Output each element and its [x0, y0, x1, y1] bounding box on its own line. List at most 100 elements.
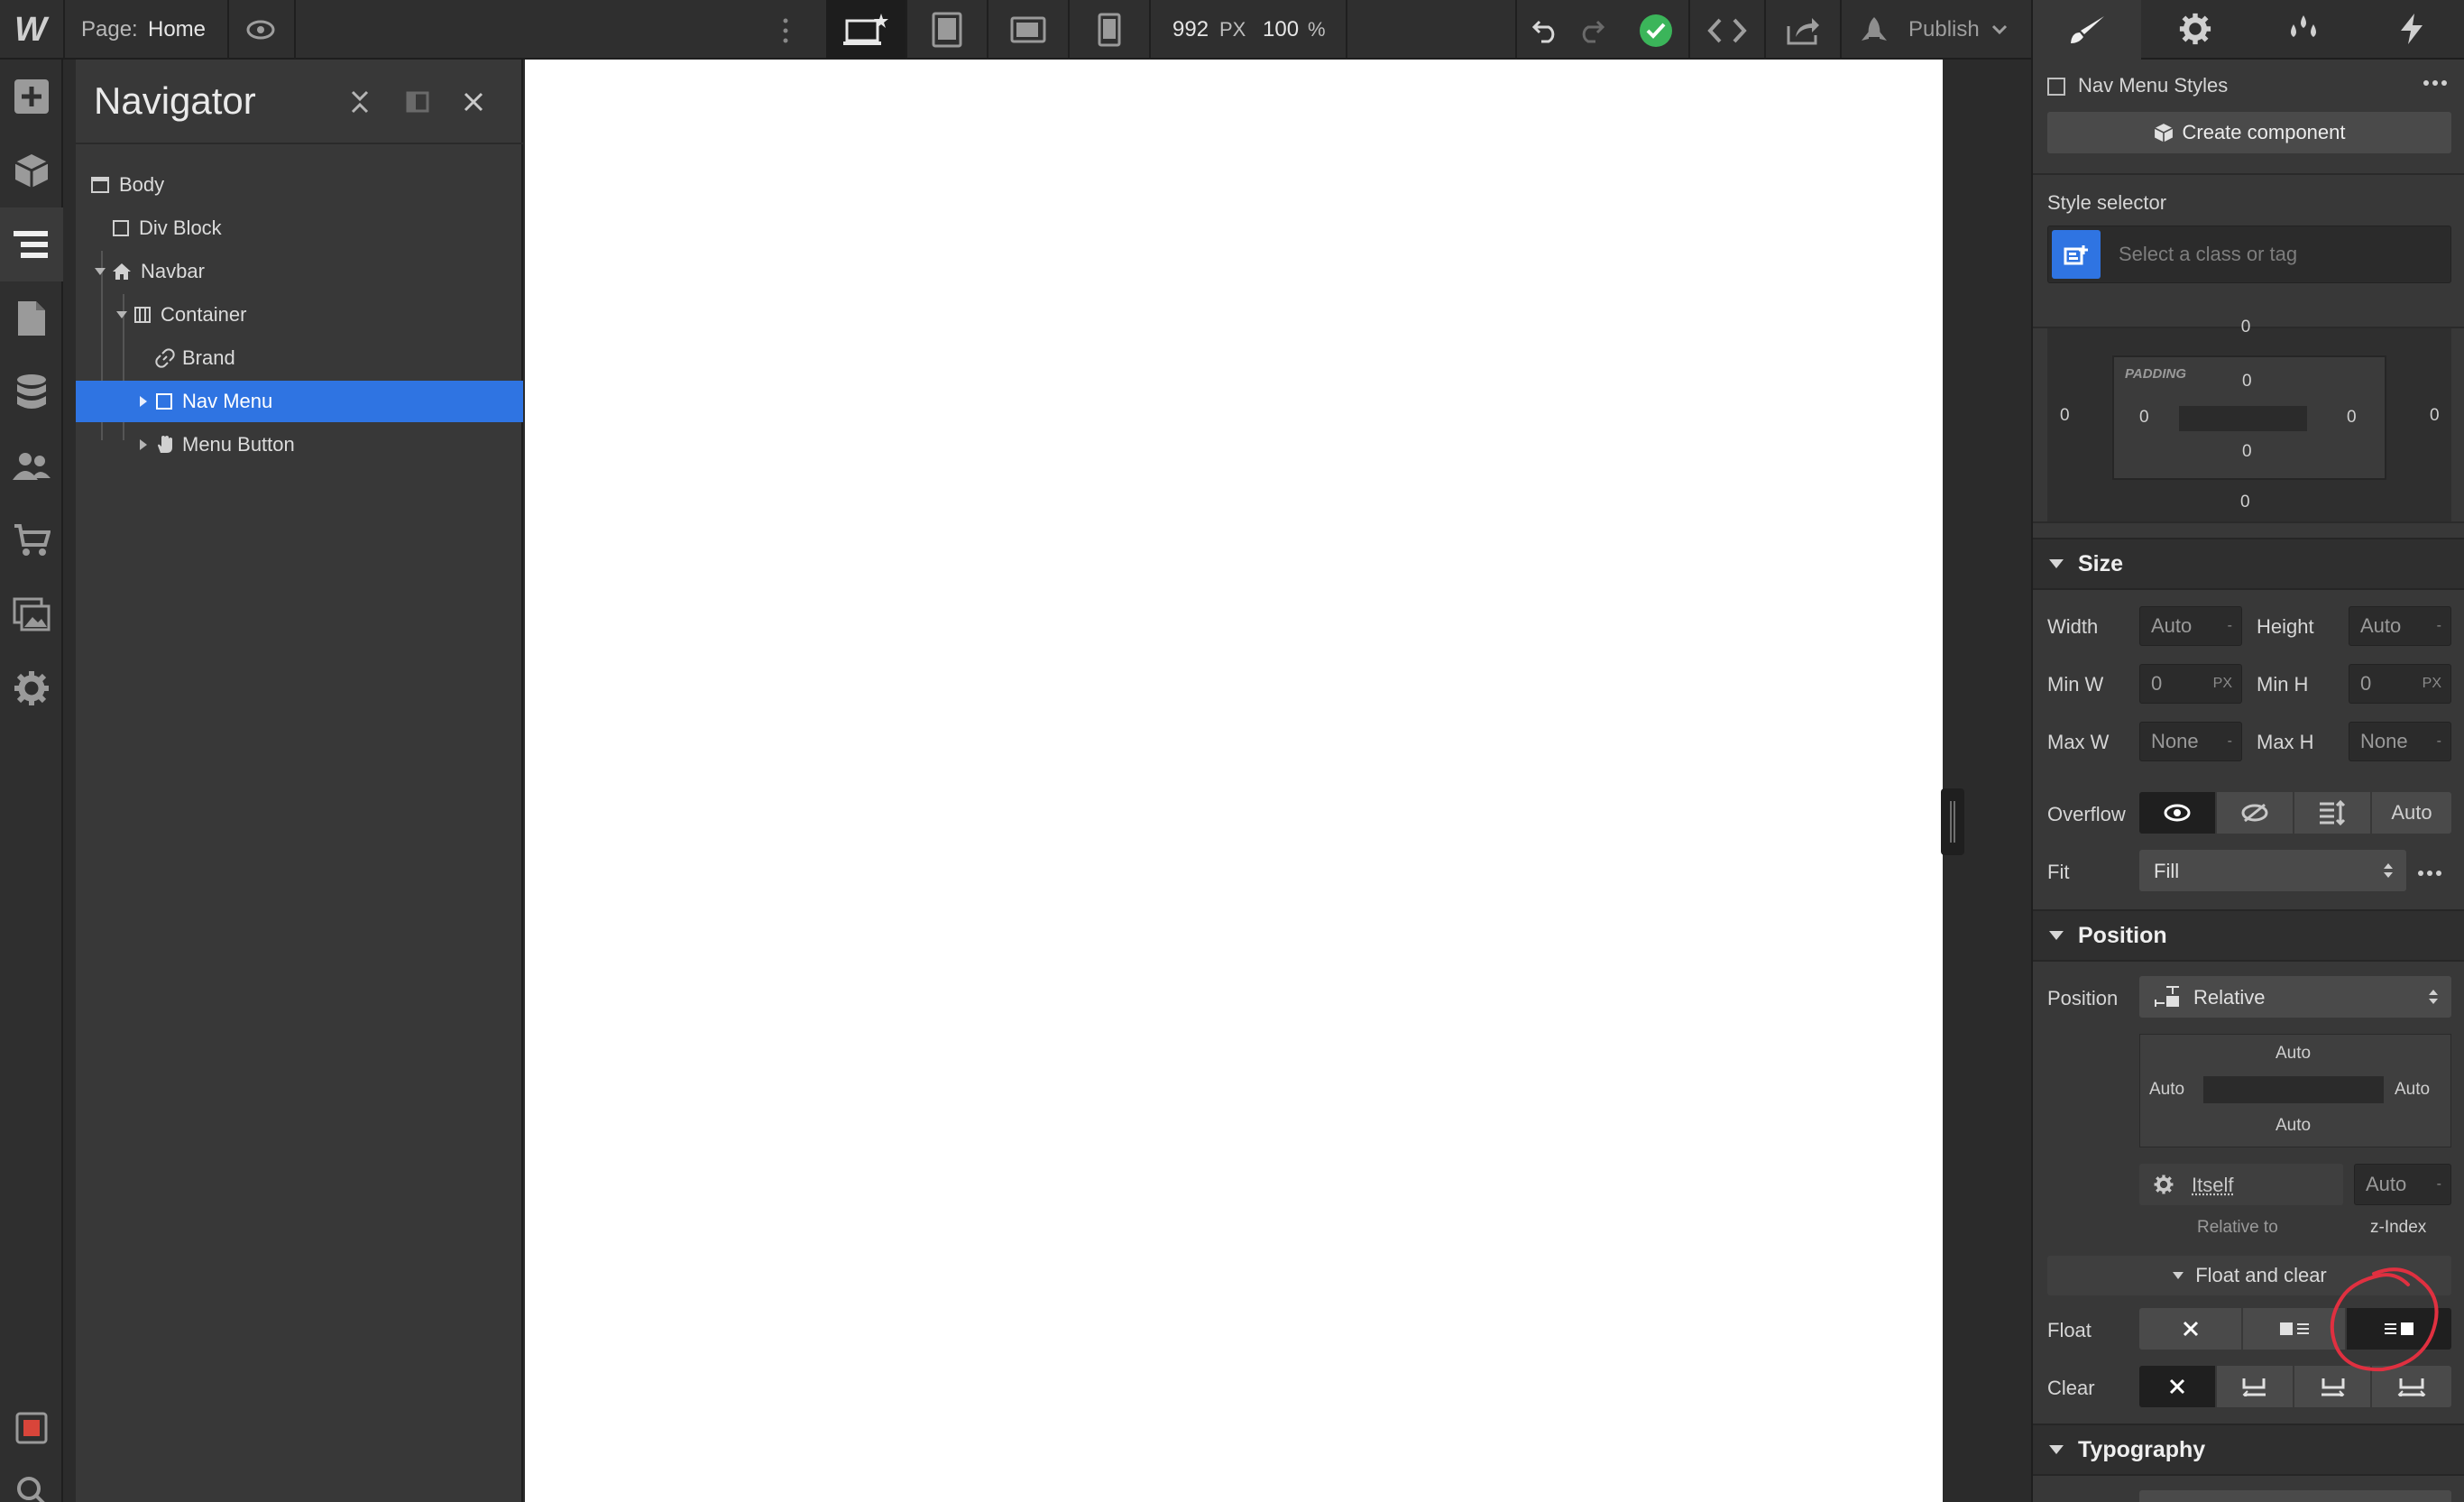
padding-left-value[interactable]: 0 — [2139, 408, 2149, 428]
cms-button[interactable] — [0, 355, 63, 429]
max-width-input[interactable]: None - — [2139, 722, 2242, 761]
position-bottom-value[interactable]: Auto — [2276, 1116, 2311, 1136]
clear-none-button[interactable] — [2139, 1366, 2217, 1407]
mobile-portrait-breakpoint-button[interactable] — [1070, 0, 1149, 60]
more-options-icon[interactable] — [2423, 76, 2448, 92]
undo-icon[interactable] — [1526, 13, 1566, 49]
tree-item-container[interactable]: Container — [76, 294, 523, 336]
tree-item-label: Nav Menu — [182, 390, 273, 412]
canvas-width-unit: PX — [1219, 18, 1246, 41]
share-icon[interactable] — [1780, 11, 1825, 51]
max-height-input[interactable]: None - — [2349, 722, 2451, 761]
hand-icon — [158, 436, 172, 453]
selector-tag-icon[interactable] — [2052, 230, 2101, 279]
stop-square-icon — [15, 1412, 48, 1444]
float-left-icon — [2279, 1322, 2309, 1335]
scroll-icon — [2320, 800, 2346, 825]
tree-item-nav-menu[interactable]: Nav Menu — [76, 381, 523, 422]
more-vertical-icon[interactable] — [772, 13, 799, 49]
webflow-logo[interactable]: W — [14, 11, 47, 50]
tab-interactions[interactable] — [2358, 0, 2464, 60]
container-icon — [134, 307, 151, 323]
font-select[interactable] — [2139, 1490, 2451, 1502]
canvas-resize-handle[interactable] — [1941, 788, 1964, 855]
min-width-input[interactable]: 0 PX — [2139, 664, 2242, 704]
users-button[interactable] — [0, 429, 63, 503]
margin-bottom-value[interactable]: 0 — [2240, 493, 2250, 512]
position-select[interactable]: Relative — [2139, 976, 2451, 1018]
overflow-hidden-button[interactable] — [2217, 792, 2294, 834]
width-input[interactable]: Auto - — [2139, 606, 2242, 646]
publish-button[interactable]: Publish — [1908, 0, 1980, 60]
symbols-button[interactable] — [0, 134, 63, 207]
settings-button[interactable] — [0, 651, 63, 725]
red-annotation-circle-icon — [2330, 1267, 2439, 1372]
mobile-portrait-icon — [1098, 13, 1121, 47]
chevron-down-icon[interactable] — [1991, 23, 2008, 40]
position-left-value[interactable]: Auto — [2149, 1080, 2184, 1100]
gear-icon — [2179, 13, 2211, 45]
tablet-icon — [932, 12, 962, 48]
tree-item-navbar[interactable]: Navbar — [76, 251, 523, 292]
overflow-auto-button[interactable]: Auto — [2372, 792, 2451, 834]
close-icon[interactable] — [458, 87, 489, 117]
search-button[interactable] — [0, 1454, 63, 1502]
div-block-icon — [156, 393, 172, 410]
overflow-visible-button[interactable] — [2139, 792, 2217, 834]
padding-top-value[interactable]: 0 — [2242, 372, 2252, 392]
relative-to-select[interactable]: Itself — [2139, 1164, 2343, 1205]
collapse-all-icon[interactable] — [345, 87, 375, 117]
preview-eye-icon[interactable] — [236, 11, 285, 49]
assets-button[interactable] — [0, 577, 63, 651]
element-checkbox-icon — [2047, 78, 2065, 96]
position-section-header[interactable]: Position — [2033, 909, 2464, 962]
lightning-icon — [2401, 14, 2423, 44]
navigator-button[interactable] — [0, 207, 63, 281]
min-height-input[interactable]: 0 PX — [2349, 664, 2451, 704]
clear-left-button[interactable] — [2217, 1366, 2294, 1407]
canvas-width-value[interactable]: 992 — [1172, 0, 1209, 60]
mobile-landscape-breakpoint-button[interactable] — [988, 0, 1068, 60]
margin-left-value[interactable]: 0 — [2060, 406, 2070, 426]
position-top-value[interactable]: Auto — [2276, 1044, 2311, 1064]
tablet-breakpoint-button[interactable] — [907, 0, 987, 60]
tree-item-brand[interactable]: Brand — [76, 337, 523, 379]
tab-style-manager[interactable] — [2249, 0, 2358, 60]
overflow-scroll-button[interactable] — [2294, 792, 2372, 834]
dock-panel-icon[interactable] — [402, 87, 433, 117]
height-label: Height — [2257, 615, 2314, 638]
height-input[interactable]: Auto - — [2349, 606, 2451, 646]
tab-element-settings[interactable] — [2141, 0, 2249, 60]
desktop-breakpoint-button[interactable] — [826, 0, 906, 60]
navigator-panel: Navigator Body Div Block Navbar Containe… — [76, 60, 523, 1502]
tab-style[interactable] — [2033, 0, 2141, 60]
add-elements-button[interactable] — [0, 60, 63, 134]
pages-button[interactable] — [0, 281, 63, 355]
tree-item-label: Body — [119, 173, 165, 196]
design-canvas[interactable] — [525, 60, 1943, 1502]
page-selector[interactable]: Home — [148, 0, 206, 60]
publish-rocket-icon[interactable] — [1854, 13, 1894, 49]
zoom-value[interactable]: 100 — [1263, 0, 1299, 60]
float-none-button[interactable] — [2139, 1308, 2243, 1350]
margin-right-value[interactable]: 0 — [2430, 406, 2440, 426]
fit-select[interactable]: Fill — [2139, 850, 2406, 891]
redo-icon[interactable] — [1571, 13, 1611, 49]
more-options-icon[interactable] — [2417, 866, 2442, 882]
ecommerce-button[interactable] — [0, 503, 63, 577]
z-index-input[interactable]: Auto - — [2354, 1164, 2451, 1205]
code-export-icon[interactable] — [1705, 11, 1750, 51]
padding-label: PADDING — [2125, 366, 2187, 382]
style-selector-input[interactable]: Select a class or tag — [2047, 226, 2451, 283]
tree-item-menu-button[interactable]: Menu Button — [76, 424, 523, 465]
position-right-value[interactable]: Auto — [2395, 1080, 2430, 1100]
size-section-header[interactable]: Size — [2033, 538, 2464, 590]
create-component-button[interactable]: Create component — [2047, 112, 2451, 153]
select-arrows-icon — [2429, 990, 2438, 1004]
typography-section-header[interactable]: Typography — [2033, 1424, 2464, 1476]
margin-top-value[interactable]: 0 — [2228, 318, 2264, 332]
tree-item-div-block[interactable]: Div Block — [76, 207, 523, 249]
tree-item-body[interactable]: Body — [76, 164, 523, 206]
padding-bottom-value[interactable]: 0 — [2242, 442, 2252, 462]
padding-right-value[interactable]: 0 — [2347, 408, 2357, 428]
